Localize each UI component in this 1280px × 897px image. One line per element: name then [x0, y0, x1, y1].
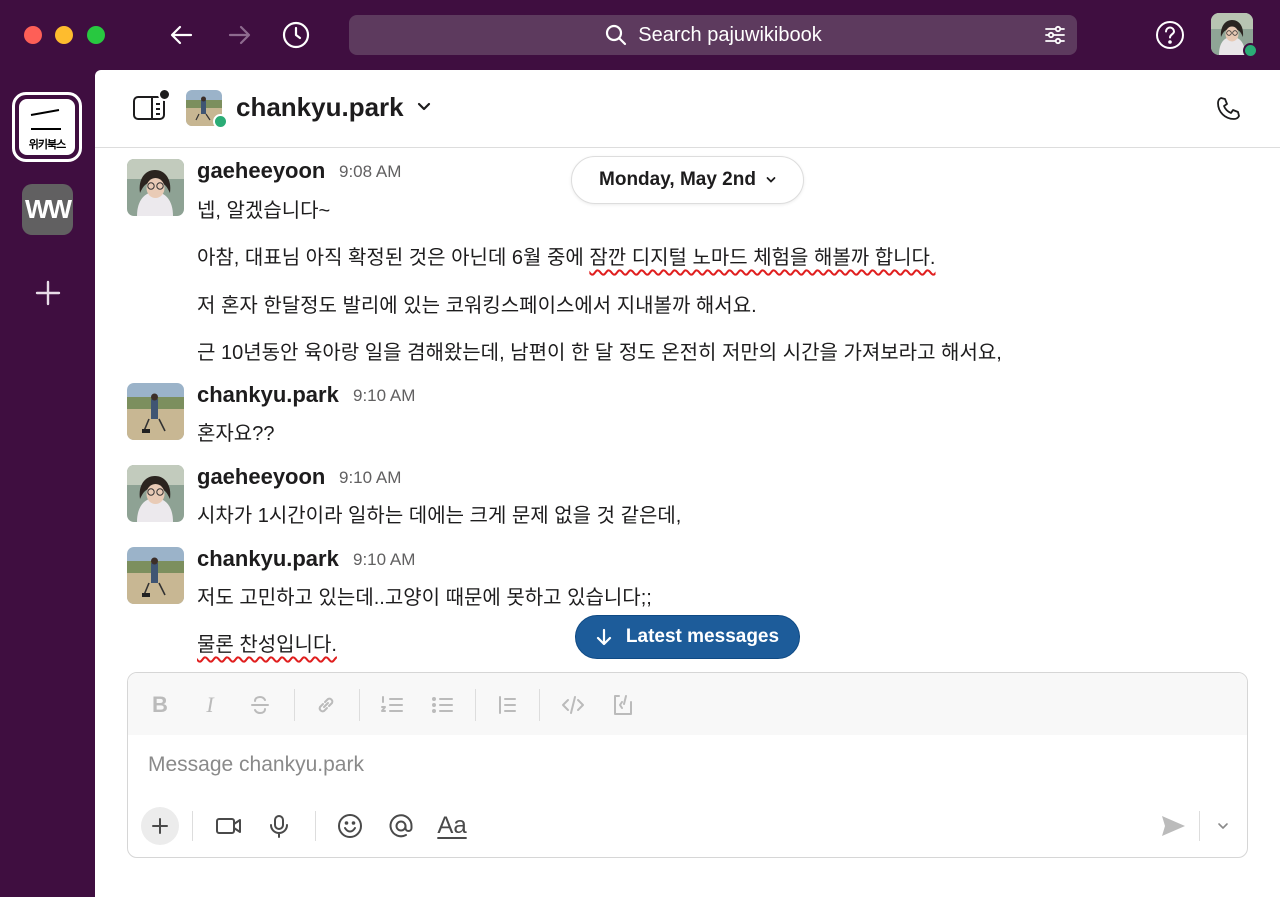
misspelled-text: 물론 찬성입니다. — [197, 634, 337, 656]
misspelled-text: 잠깐 디지털 노마드 체험을 해볼까 합니다. — [589, 247, 936, 269]
add-attachment-icon[interactable] — [141, 807, 179, 845]
author-avatar[interactable] — [127, 383, 184, 440]
ordered-list-icon[interactable] — [378, 691, 406, 719]
toolbar-divider — [1199, 811, 1200, 841]
back-arrow-icon[interactable] — [167, 20, 197, 50]
message-text: 물론 찬성입니다. — [197, 628, 337, 657]
author-avatar[interactable] — [127, 159, 184, 216]
video-clip-icon[interactable] — [210, 807, 248, 845]
message-text: 아참, 대표님 아직 확정된 것은 아닌데 6월 중에 잠깐 디지털 노마드 체… — [197, 241, 935, 270]
message-time[interactable]: 9:08 AM — [339, 162, 401, 182]
title-bar: Search pajuwikibook — [0, 0, 1280, 70]
message-text: 저 혼자 한달정도 발리에 있는 코워킹스페이스에서 지내볼까 해서요. — [197, 295, 757, 317]
message-time[interactable]: 9:10 AM — [353, 550, 415, 570]
wikibooks-logo-text: 위키북스 — [28, 139, 66, 151]
arrow-down-icon — [596, 628, 612, 646]
message-text: 넵, 알겠습니다~ — [197, 200, 331, 222]
search-placeholder: Search pajuwikibook — [638, 23, 822, 46]
message-text: 시차가 1시간이라 일하는 데에는 크게 문제 없을 것 같은데, — [197, 505, 682, 527]
microphone-icon[interactable] — [260, 807, 298, 845]
mention-icon[interactable] — [382, 807, 420, 845]
toolbar-divider — [475, 689, 476, 721]
toolbar-divider — [359, 689, 360, 721]
author-avatar[interactable] — [127, 547, 184, 604]
date-divider-label: Monday, May 2nd — [599, 169, 756, 190]
message-composer: B I Message chankyu.park Aa — [127, 672, 1248, 858]
zoom-window-button[interactable] — [87, 26, 105, 44]
presence-online-icon — [213, 114, 228, 129]
unread-dot-icon — [158, 88, 171, 101]
message-text-segment: 아참, 대표님 아직 확정된 것은 아닌데 6월 중에 — [197, 247, 590, 269]
latest-messages-label: Latest messages — [625, 626, 780, 647]
message-author[interactable]: gaeheeyoon — [197, 158, 325, 184]
message-text: 저도 고민하고 있는데..고양이 때문에 못하고 있습니다;; — [197, 587, 652, 609]
workspace-wikibooks[interactable]: 위키북스 — [12, 92, 82, 162]
channel-name[interactable]: chankyu.park — [236, 92, 404, 123]
formatting-toolbar: B I — [128, 673, 1247, 735]
code-icon[interactable] — [559, 691, 587, 719]
forward-arrow-icon[interactable] — [224, 20, 254, 50]
history-clock-icon[interactable] — [281, 20, 311, 50]
blockquote-icon[interactable] — [493, 691, 521, 719]
emoji-icon[interactable] — [331, 807, 369, 845]
close-window-button[interactable] — [24, 26, 42, 44]
message-author[interactable]: chankyu.park — [197, 546, 339, 572]
workspace-rail: 위키북스 WW — [0, 70, 95, 897]
phone-call-icon[interactable] — [1215, 96, 1241, 127]
minimize-window-button[interactable] — [55, 26, 73, 44]
toolbar-divider — [539, 689, 540, 721]
toolbar-divider — [294, 689, 295, 721]
sidebar-toggle-icon[interactable] — [133, 96, 165, 127]
search-icon — [606, 24, 627, 46]
channel-header: chankyu.park — [95, 70, 1280, 148]
text-formatting-label: Aa — [437, 812, 467, 839]
code-block-icon[interactable] — [609, 691, 637, 719]
message-time[interactable]: 9:10 AM — [353, 386, 415, 406]
message-author[interactable]: gaeheeyoon — [197, 464, 325, 490]
message-input[interactable]: Message chankyu.park — [148, 753, 364, 777]
italic-button[interactable]: I — [196, 691, 224, 719]
message-text: 혼자요?? — [197, 423, 275, 445]
chevron-down-icon — [766, 177, 776, 183]
wikibooks-logo: 위키북스 — [19, 99, 75, 155]
send-icon[interactable] — [1154, 807, 1192, 845]
bulleted-list-icon[interactable] — [428, 691, 456, 719]
chevron-down-icon[interactable] — [1204, 807, 1242, 845]
latest-messages-button[interactable]: Latest messages — [575, 615, 800, 659]
strikethrough-icon[interactable] — [246, 691, 274, 719]
bold-button[interactable]: B — [146, 691, 174, 719]
toolbar-divider — [315, 811, 316, 841]
toolbar-divider — [192, 811, 193, 841]
presence-online-icon — [1243, 43, 1258, 58]
date-divider-button[interactable]: Monday, May 2nd — [571, 156, 804, 204]
search-filter-icon[interactable] — [1043, 23, 1067, 47]
message-author[interactable]: chankyu.park — [197, 382, 339, 408]
chevron-down-icon[interactable] — [417, 100, 431, 119]
help-icon[interactable] — [1155, 20, 1185, 50]
add-workspace-icon[interactable] — [33, 278, 63, 308]
conversation-panel: chankyu.park gaeheeyoon 9:08 AM 넵, 알겠습니다… — [95, 70, 1280, 897]
message-time[interactable]: 9:10 AM — [339, 468, 401, 488]
message-list: gaeheeyoon 9:08 AM 넵, 알겠습니다~ 아참, 대표님 아직 … — [95, 149, 1280, 669]
link-icon[interactable] — [312, 691, 340, 719]
search-bar[interactable]: Search pajuwikibook — [349, 15, 1077, 55]
message-text: 근 10년동안 육아랑 일을 겸해왔는데, 남편이 한 달 정도 온전히 저만의… — [197, 342, 1002, 364]
text-formatting-button[interactable]: Aa — [433, 807, 471, 845]
workspace-ww[interactable]: WW — [22, 184, 73, 235]
composer-actions: Aa — [128, 803, 1247, 851]
author-avatar[interactable] — [127, 465, 184, 522]
